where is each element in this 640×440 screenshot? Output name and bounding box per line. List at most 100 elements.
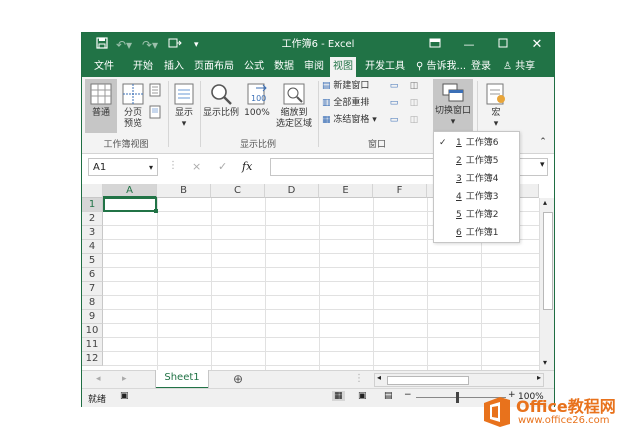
normal-view-status-icon[interactable]: ▦: [332, 391, 345, 401]
ribbon-display-icon[interactable]: [424, 36, 446, 54]
group-label-workbook-views: 工作簿视图: [103, 140, 149, 150]
page-break-preview-button[interactable]: 分页 预览: [118, 79, 148, 130]
macro-record-icon[interactable]: ▣: [120, 391, 129, 401]
column-header-c[interactable]: C: [211, 184, 265, 198]
page-layout-status-icon[interactable]: ▣: [358, 391, 367, 401]
horizontal-scrollbar[interactable]: ◂ ▸: [374, 373, 544, 387]
next-sheet-icon[interactable]: ▸: [122, 374, 127, 384]
group-label-zoom: 显示比例: [239, 140, 276, 150]
arrange-all-button[interactable]: ▥ 全部重排: [322, 97, 369, 109]
sync-scrolling-icon[interactable]: ◫: [408, 98, 420, 109]
tab-home[interactable]: 开始: [130, 57, 156, 77]
zoom-100-button[interactable]: 100 100%: [242, 79, 272, 119]
column-header-a[interactable]: A: [103, 184, 157, 198]
show-button[interactable]: 显示 ▾: [171, 79, 197, 130]
tab-data[interactable]: 数据: [271, 57, 297, 77]
unhide-icon[interactable]: ▭: [388, 115, 400, 126]
scroll-down-icon[interactable]: ▾: [543, 358, 547, 367]
tab-insert[interactable]: 插入: [161, 57, 187, 77]
window-item-2[interactable]: 2 工作簿5: [434, 152, 519, 170]
row-header-6[interactable]: 6: [82, 268, 103, 282]
sheet-tab-bar: ◂ ▸ Sheet1 ⊕ ⋮ ◂ ▸: [82, 370, 554, 389]
tab-file[interactable]: 文件: [91, 57, 117, 77]
window-item-3[interactable]: 3 工作簿4: [434, 170, 519, 188]
check-icon: ✓: [439, 138, 447, 148]
row-header-5[interactable]: 5: [82, 254, 103, 268]
zoom-to-selection-button[interactable]: 缩放到 选定区域: [274, 79, 314, 130]
horizontal-scroll-thumb[interactable]: [387, 376, 469, 385]
view-side-by-side-icon[interactable]: ◫: [408, 81, 420, 92]
tab-formulas[interactable]: 公式: [241, 57, 267, 77]
tab-view[interactable]: 视图: [330, 57, 356, 77]
select-all-corner[interactable]: [82, 184, 103, 198]
row-header-10[interactable]: 10: [82, 324, 103, 338]
column-header-e[interactable]: E: [319, 184, 373, 198]
reset-window-position-icon[interactable]: ◫: [408, 115, 420, 126]
freeze-panes-icon: ▦: [322, 115, 331, 125]
grid-line: [103, 351, 539, 352]
row-header-11[interactable]: 11: [82, 338, 103, 352]
vertical-scrollbar[interactable]: ▴ ▾: [539, 198, 554, 370]
row-header-1[interactable]: 1: [82, 198, 103, 212]
tab-page-layout[interactable]: 页面布局: [191, 57, 237, 77]
zoom-button[interactable]: 显示比例: [202, 79, 240, 119]
page-layout-view-icon[interactable]: [148, 83, 162, 101]
vertical-scroll-thumb[interactable]: [543, 212, 553, 310]
zoom-slider-thumb[interactable]: [456, 392, 459, 403]
prev-sheet-icon[interactable]: ◂: [96, 374, 101, 384]
hide-icon[interactable]: ▭: [388, 98, 400, 109]
column-header-d[interactable]: D: [265, 184, 319, 198]
tab-review[interactable]: 审阅: [301, 57, 327, 77]
login-link[interactable]: 登录: [468, 57, 494, 77]
switch-windows-button[interactable]: 切换窗口 ▾: [433, 79, 473, 133]
column-header-b[interactable]: B: [157, 184, 211, 198]
page-break-status-icon[interactable]: ▤: [384, 391, 393, 401]
scroll-up-icon[interactable]: ▴: [543, 198, 547, 207]
insert-function-icon[interactable]: fx: [242, 160, 252, 173]
name-box[interactable]: A1 ▾: [88, 158, 158, 176]
person-icon: ♙: [503, 61, 512, 72]
tab-developer[interactable]: 开发工具: [362, 57, 408, 77]
office-logo-icon: [484, 397, 510, 427]
tell-me-box[interactable]: ⚲ 告诉我...: [413, 57, 469, 77]
row-header-3[interactable]: 3: [82, 226, 103, 240]
normal-view-button[interactable]: 普通: [85, 79, 117, 133]
collapse-ribbon-icon[interactable]: ⌃: [537, 137, 549, 148]
close-icon[interactable]: ✕: [526, 36, 548, 54]
custom-views-icon[interactable]: [148, 105, 162, 123]
restore-icon[interactable]: [492, 36, 514, 54]
window-item-6[interactable]: 6 工作簿1: [434, 224, 519, 242]
expand-formula-bar-icon[interactable]: ▾: [540, 160, 545, 170]
drag-handle-icon[interactable]: ⋮: [168, 160, 178, 171]
cancel-icon[interactable]: ×: [192, 160, 201, 173]
enter-icon[interactable]: ✓: [218, 160, 227, 173]
row-header-8[interactable]: 8: [82, 296, 103, 310]
office26-watermark: Office教程网 www.office26.com: [478, 390, 634, 434]
window-item-5[interactable]: 5 工作簿2: [434, 206, 519, 224]
split-icon[interactable]: ▭: [388, 81, 400, 92]
share-button[interactable]: ♙ 共享: [500, 57, 538, 77]
tab-split-handle[interactable]: ⋮: [354, 373, 364, 384]
window-item-4[interactable]: 4 工作簿3: [434, 188, 519, 206]
scroll-left-icon[interactable]: ◂: [377, 373, 381, 382]
chevron-down-icon: ▾: [372, 115, 377, 125]
macros-button[interactable]: 宏 ▾: [482, 79, 510, 130]
row-header-4[interactable]: 4: [82, 240, 103, 254]
row-header-9[interactable]: 9: [82, 310, 103, 324]
grid-line: [211, 198, 212, 370]
freeze-panes-button[interactable]: ▦ 冻结窗格 ▾: [322, 114, 377, 126]
zoom-out-icon[interactable]: −: [404, 390, 412, 400]
active-cell[interactable]: [103, 197, 157, 212]
row-header-12[interactable]: 12: [82, 352, 103, 366]
new-window-button[interactable]: ▤ 新建窗口: [322, 80, 369, 92]
add-sheet-icon[interactable]: ⊕: [233, 372, 243, 386]
row-header-2[interactable]: 2: [82, 212, 103, 226]
minimize-icon[interactable]: —: [458, 36, 480, 54]
column-header-f[interactable]: F: [373, 184, 427, 198]
row-header-7[interactable]: 7: [82, 282, 103, 296]
fill-handle[interactable]: [154, 209, 158, 213]
window-item-1[interactable]: ✓ 1 工作簿6: [434, 134, 519, 152]
sheet-tab-sheet1[interactable]: Sheet1: [156, 370, 208, 389]
switch-windows-icon: [442, 83, 464, 102]
scroll-right-icon[interactable]: ▸: [537, 373, 541, 382]
